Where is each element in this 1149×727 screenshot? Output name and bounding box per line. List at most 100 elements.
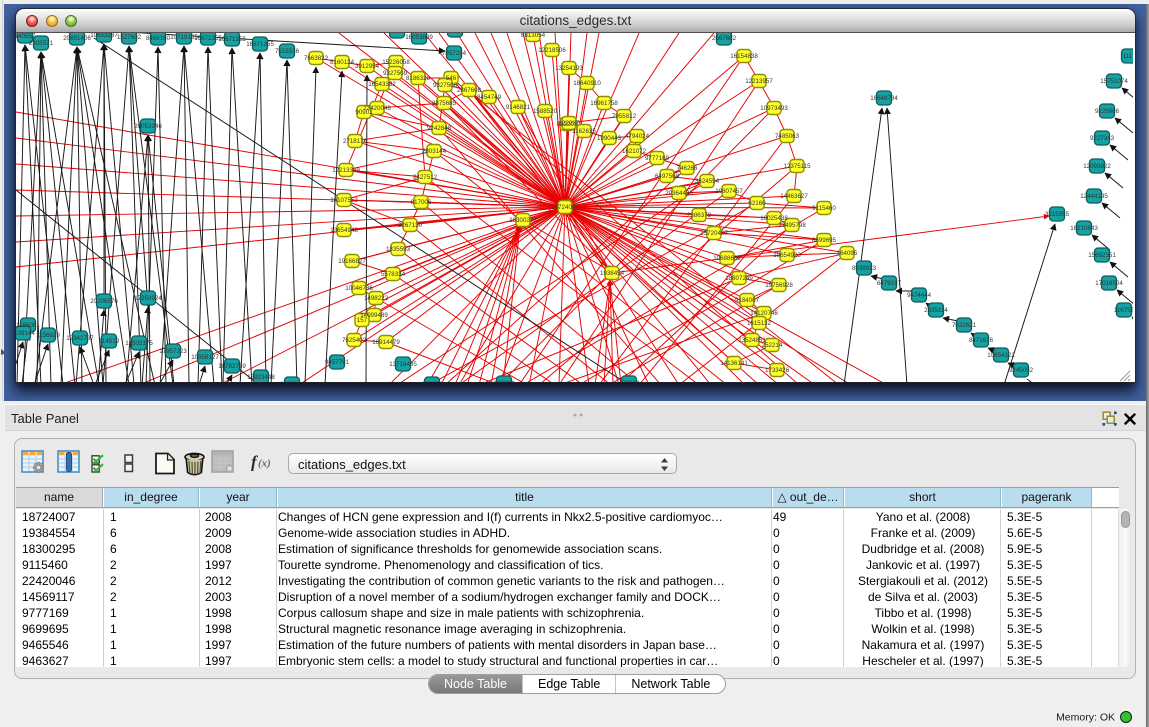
svg-text:1156829: 1156829: [36, 332, 60, 339]
svg-text:16053809: 16053809: [405, 34, 433, 41]
svg-text:9777169: 9777169: [645, 155, 670, 162]
svg-text:13654948: 13654948: [330, 227, 358, 234]
svg-text:2687682: 2687682: [712, 35, 737, 42]
svg-text:10025438: 10025438: [760, 215, 788, 222]
svg-text:6699695: 6699695: [812, 237, 837, 244]
svg-text:10654122: 10654122: [987, 352, 1015, 359]
svg-text:10807457: 10807457: [715, 188, 743, 195]
svg-text:9245052: 9245052: [1009, 367, 1034, 374]
svg-text:1185081: 1185081: [16, 322, 40, 329]
svg-text:20691406: 20691406: [63, 35, 91, 42]
svg-text:18807249: 18807249: [725, 275, 753, 282]
svg-text:20206576: 20206576: [90, 298, 118, 305]
svg-text:1990443: 1990443: [597, 135, 622, 142]
svg-text:114519: 114519: [99, 338, 120, 345]
svg-text:8267130: 8267130: [398, 222, 423, 229]
svg-text:9327509: 9327509: [383, 70, 408, 77]
svg-text:1588520: 1588520: [533, 108, 558, 115]
svg-text:19166827: 19166827: [338, 258, 366, 265]
svg-text:1835593: 1835593: [386, 246, 411, 253]
svg-text:18640910: 18640910: [573, 80, 601, 87]
svg-text:129234: 129234: [619, 380, 640, 382]
svg-text:9474444: 9474444: [907, 292, 932, 299]
svg-text:6479197: 6479197: [877, 280, 902, 287]
svg-text:10958127: 10958127: [191, 354, 219, 361]
svg-text:129234: 129234: [422, 381, 443, 382]
svg-text:62160: 62160: [748, 200, 766, 207]
svg-text:2935114: 2935114: [924, 307, 948, 314]
svg-text:16107552: 16107552: [330, 197, 358, 204]
svg-text:1117: 1117: [1123, 53, 1133, 60]
svg-text:2718176: 2718176: [343, 138, 368, 145]
svg-text:15720407: 15720407: [700, 230, 728, 237]
svg-text:19654923: 19654923: [773, 252, 801, 259]
svg-text:16210643: 16210643: [1070, 225, 1098, 232]
svg-text:7663822: 7663822: [304, 55, 329, 62]
svg-text:1733426: 1733426: [765, 367, 790, 374]
svg-text:129234: 129234: [494, 380, 515, 382]
svg-text:16961758: 16961758: [590, 100, 618, 107]
svg-text:16543382: 16543382: [368, 81, 396, 88]
svg-text:16914479: 16914479: [372, 339, 400, 346]
svg-text:8454749: 8454749: [477, 94, 502, 101]
svg-text:3912954: 3912954: [355, 63, 380, 70]
svg-text:12213369: 12213369: [332, 167, 360, 174]
svg-text:16154838: 16154838: [730, 53, 758, 60]
svg-text:746266: 746266: [677, 165, 698, 172]
svg-text:8813054: 8813054: [521, 33, 546, 39]
svg-text:7955812: 7955812: [612, 113, 637, 120]
svg-text:7625402: 7625402: [342, 337, 367, 344]
svg-text:116753: 116753: [1114, 307, 1133, 314]
svg-text:10782759: 10782759: [218, 363, 246, 370]
svg-text:17957223: 17957223: [159, 348, 187, 355]
svg-text:1139144: 1139144: [16, 330, 35, 337]
svg-text:17016504: 17016504: [1095, 280, 1123, 287]
svg-text:16671355: 16671355: [246, 41, 274, 48]
svg-text:10046786: 10046786: [345, 285, 373, 292]
svg-text:15692351: 15692351: [1088, 252, 1116, 259]
svg-text:2867608: 2867608: [457, 87, 482, 94]
svg-text:157: 157: [357, 317, 368, 324]
svg-text:3624554: 3624554: [695, 178, 720, 185]
svg-text:8427512: 8427512: [413, 174, 438, 181]
svg-text:8160124: 8160124: [330, 59, 355, 66]
svg-text:7485063: 7485063: [775, 133, 800, 140]
svg-text:12093822: 12093822: [1083, 163, 1111, 170]
svg-text:817006: 817006: [411, 199, 432, 206]
svg-text:18724007: 18724007: [551, 204, 579, 211]
svg-text:18300273: 18300273: [509, 217, 537, 224]
svg-text:8466160: 8466160: [146, 35, 171, 42]
svg-text:19756928: 19756928: [765, 282, 793, 289]
svg-text:12375115: 12375115: [783, 163, 811, 170]
svg-text:252214: 252214: [762, 342, 783, 349]
svg-text:7515536: 7515536: [275, 48, 300, 55]
svg-text:9115460: 9115460: [812, 205, 836, 212]
svg-text:14120746: 14120746: [750, 310, 778, 317]
svg-text:9146821: 9146821: [506, 104, 531, 111]
svg-text:122037: 122037: [559, 120, 580, 127]
svg-text:5578334: 5578334: [381, 271, 406, 278]
svg-text:23495798: 23495798: [778, 222, 806, 229]
svg-text:13716485: 13716485: [389, 361, 417, 368]
svg-text:4794024: 4794024: [625, 133, 650, 140]
svg-text:7632621: 7632621: [952, 322, 977, 329]
svg-text:20364436: 20364436: [665, 190, 693, 197]
svg-text:(x): (x): [258, 458, 271, 470]
svg-text:6497568: 6497568: [655, 173, 680, 180]
svg-text:8186328: 8186328: [406, 75, 431, 82]
svg-text:90901: 90901: [355, 109, 373, 116]
svg-text:1615132: 1615132: [747, 320, 772, 327]
svg-text:20053346: 20053346: [134, 123, 162, 130]
svg-text:140557: 140557: [16, 33, 36, 40]
svg-text:15226058: 15226058: [382, 59, 410, 66]
svg-text:1292344: 1292344: [280, 381, 305, 382]
svg-text:2803144: 2803144: [422, 148, 447, 155]
svg-text:12444195: 12444195: [1080, 193, 1108, 200]
svg-text:164095: 164095: [837, 250, 858, 257]
svg-text:1162635: 1162635: [572, 128, 596, 135]
svg-text:1938454: 1938454: [600, 270, 625, 277]
svg-text:12923448: 12923448: [247, 374, 275, 381]
svg-text:14463627: 14463627: [780, 193, 808, 200]
svg-text:17359924: 17359924: [134, 295, 162, 302]
svg-text:546: 546: [446, 75, 457, 82]
